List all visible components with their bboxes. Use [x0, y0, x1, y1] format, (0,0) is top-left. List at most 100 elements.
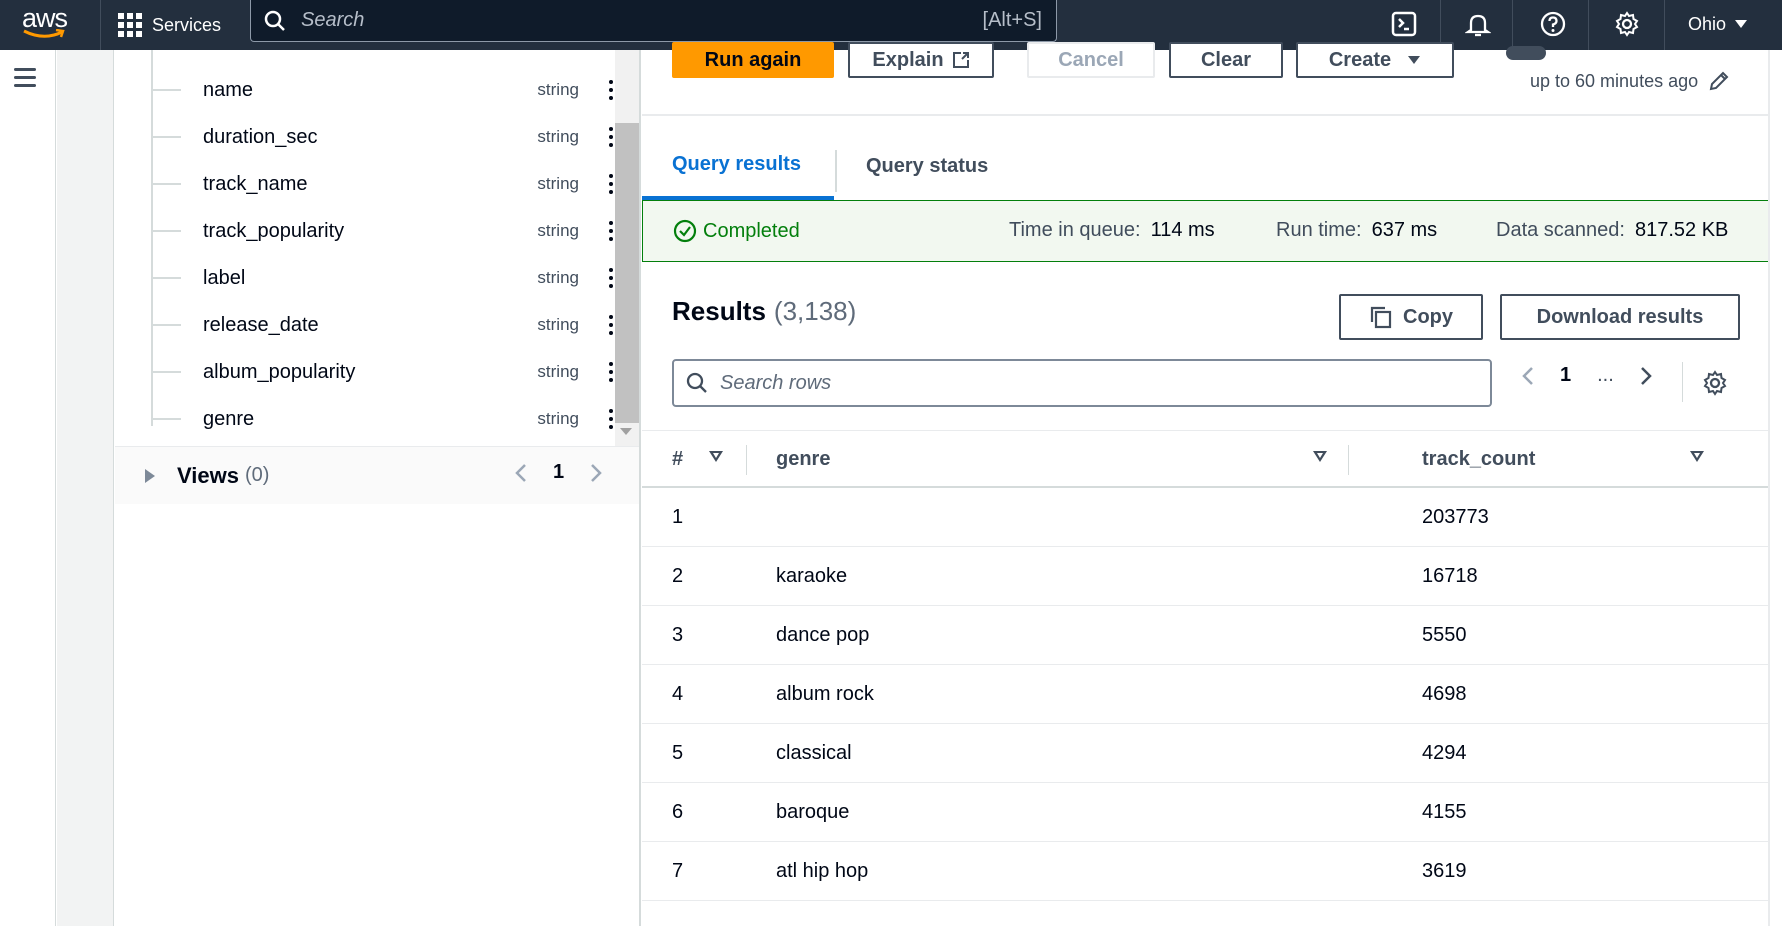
- scanned-label: Data scanned:: [1496, 219, 1625, 241]
- table-row[interactable]: 5 classical 4294: [642, 724, 1770, 783]
- schema-field[interactable]: duration_sec string: [151, 117, 621, 157]
- divider: [100, 0, 101, 50]
- download-results-button[interactable]: Download results: [1500, 294, 1740, 340]
- table-preferences-gear-icon[interactable]: [1702, 370, 1728, 401]
- row-number: 6: [672, 801, 684, 823]
- previous-page-icon[interactable]: [515, 463, 527, 483]
- copy-label: Copy: [1403, 305, 1453, 328]
- field-type: string: [537, 268, 579, 287]
- reuse-age-text: up to 60 minutes ago: [1530, 70, 1699, 91]
- scroll-down-arrow-icon[interactable]: [620, 428, 632, 435]
- completed-status: Completed: [673, 219, 800, 243]
- cloudshell-icon[interactable]: [1386, 6, 1422, 42]
- caret-down-icon: [1408, 56, 1421, 64]
- track-count-cell: 4155: [1422, 801, 1467, 823]
- run-time-value: 637 ms: [1371, 219, 1438, 241]
- data-schema-panel: name string duration_sec string track_na…: [115, 50, 641, 926]
- table-row[interactable]: 3 dance pop 5550: [642, 606, 1770, 665]
- table-row[interactable]: 7 atl hip hop 3619: [642, 842, 1770, 901]
- search-rows-input[interactable]: Search rows: [672, 359, 1492, 407]
- column-divider[interactable]: [746, 445, 747, 475]
- query-toolbar: Run again Explain Cancel Clear Create up…: [642, 42, 1770, 116]
- queue-label: Time in queue:: [1009, 219, 1141, 241]
- column-header-genre[interactable]: genre: [776, 431, 830, 487]
- results-count: (3,138): [773, 296, 857, 326]
- table-row[interactable]: 4 album rock 4698: [642, 665, 1770, 724]
- divider: [1512, 0, 1513, 50]
- menu-hamburger-icon[interactable]: [14, 68, 36, 92]
- create-dropdown-button[interactable]: Create: [1296, 42, 1454, 78]
- reuse-results-age: up to 60 minutes ago: [1530, 70, 1730, 92]
- schema-field[interactable]: genre string: [151, 399, 621, 439]
- run-again-button[interactable]: Run again: [672, 42, 834, 78]
- previous-page-icon[interactable]: [1522, 366, 1534, 386]
- track-count-cell: 3619: [1422, 860, 1467, 882]
- reuse-results-toggle[interactable]: [1506, 46, 1546, 60]
- row-number: 7: [672, 860, 684, 882]
- caret-down-icon: [1735, 20, 1748, 28]
- row-number: 3: [672, 624, 684, 646]
- schema-field[interactable]: track_name string: [151, 164, 621, 204]
- results-tabs: Query results Query status: [642, 132, 1770, 200]
- sort-arrow-icon[interactable]: [1313, 451, 1327, 462]
- tab-query-results[interactable]: Query results: [642, 132, 834, 200]
- copy-button[interactable]: Copy: [1339, 294, 1483, 340]
- settings-gear-icon[interactable]: [1609, 6, 1645, 42]
- schema-field[interactable]: label string: [151, 258, 621, 298]
- field-type: string: [537, 221, 579, 240]
- grid-icon: [118, 13, 142, 37]
- expand-caret-icon[interactable]: [145, 468, 155, 483]
- queue-value: 114 ms: [1150, 219, 1215, 241]
- track-count-cell: 203773: [1422, 506, 1489, 528]
- edit-pencil-icon[interactable]: [1708, 70, 1730, 92]
- sort-arrow-icon[interactable]: [709, 451, 723, 462]
- next-page-icon[interactable]: [590, 463, 602, 483]
- next-page-icon[interactable]: [1640, 366, 1652, 386]
- field-name: genre: [203, 407, 255, 430]
- row-number: 2: [672, 565, 684, 587]
- table-row[interactable]: 1 203773: [642, 488, 1770, 547]
- views-section-header[interactable]: Views (0) 1: [115, 446, 639, 504]
- table-row[interactable]: 6 baroque 4155: [642, 783, 1770, 842]
- divider: [1664, 0, 1665, 50]
- aws-logo[interactable]: aws: [20, 3, 72, 43]
- help-icon[interactable]: [1535, 6, 1571, 42]
- region-label: Ohio: [1688, 13, 1727, 34]
- column-header-track-count[interactable]: track_count: [1422, 431, 1535, 487]
- services-menu-button[interactable]: Services: [118, 8, 221, 42]
- services-label: Services: [152, 14, 222, 35]
- run-time-label: Run time:: [1276, 219, 1362, 241]
- current-page-number[interactable]: 1: [1560, 364, 1571, 387]
- field-name: duration_sec: [203, 125, 318, 148]
- track-count-cell: 16718: [1422, 565, 1478, 587]
- table-row[interactable]: 2 karaoke 16718: [642, 547, 1770, 606]
- schema-field[interactable]: album_popularity string: [151, 352, 621, 392]
- column-divider[interactable]: [1348, 445, 1349, 475]
- global-search-input[interactable]: Search [Alt+S]: [250, 0, 1057, 42]
- results-table: # genre track_count 1 203773 2 karaoke 1…: [642, 430, 1770, 901]
- explain-label: Explain: [872, 48, 944, 71]
- cancel-button[interactable]: Cancel: [1027, 42, 1155, 78]
- schema-field[interactable]: release_date string: [151, 305, 621, 345]
- external-link-icon: [952, 52, 969, 68]
- column-header-number[interactable]: #: [672, 431, 683, 487]
- sort-arrow-icon[interactable]: [1690, 451, 1704, 462]
- schema-field[interactable]: track_popularity string: [151, 211, 621, 251]
- explain-button[interactable]: Explain: [848, 42, 994, 78]
- clear-button[interactable]: Clear: [1169, 42, 1283, 78]
- field-name: track_name: [203, 172, 308, 195]
- run-time: Run time: 637 ms: [1276, 219, 1437, 242]
- field-type: string: [537, 127, 579, 146]
- tab-query-status[interactable]: Query status: [866, 132, 988, 200]
- track-count-cell: 5550: [1422, 624, 1467, 646]
- notifications-bell-icon[interactable]: [1460, 6, 1496, 42]
- schema-field[interactable]: name string: [151, 70, 621, 110]
- views-count: (0): [244, 464, 270, 486]
- panel-scrollbar-thumb[interactable]: [615, 123, 639, 423]
- field-type: string: [537, 174, 579, 193]
- field-name: name: [203, 78, 254, 101]
- query-status-banner: Completed Time in queue: 114 ms Run time:…: [642, 200, 1770, 262]
- search-icon: [263, 9, 287, 38]
- views-page-number[interactable]: 1: [553, 461, 564, 484]
- region-selector[interactable]: Ohio: [1688, 6, 1748, 42]
